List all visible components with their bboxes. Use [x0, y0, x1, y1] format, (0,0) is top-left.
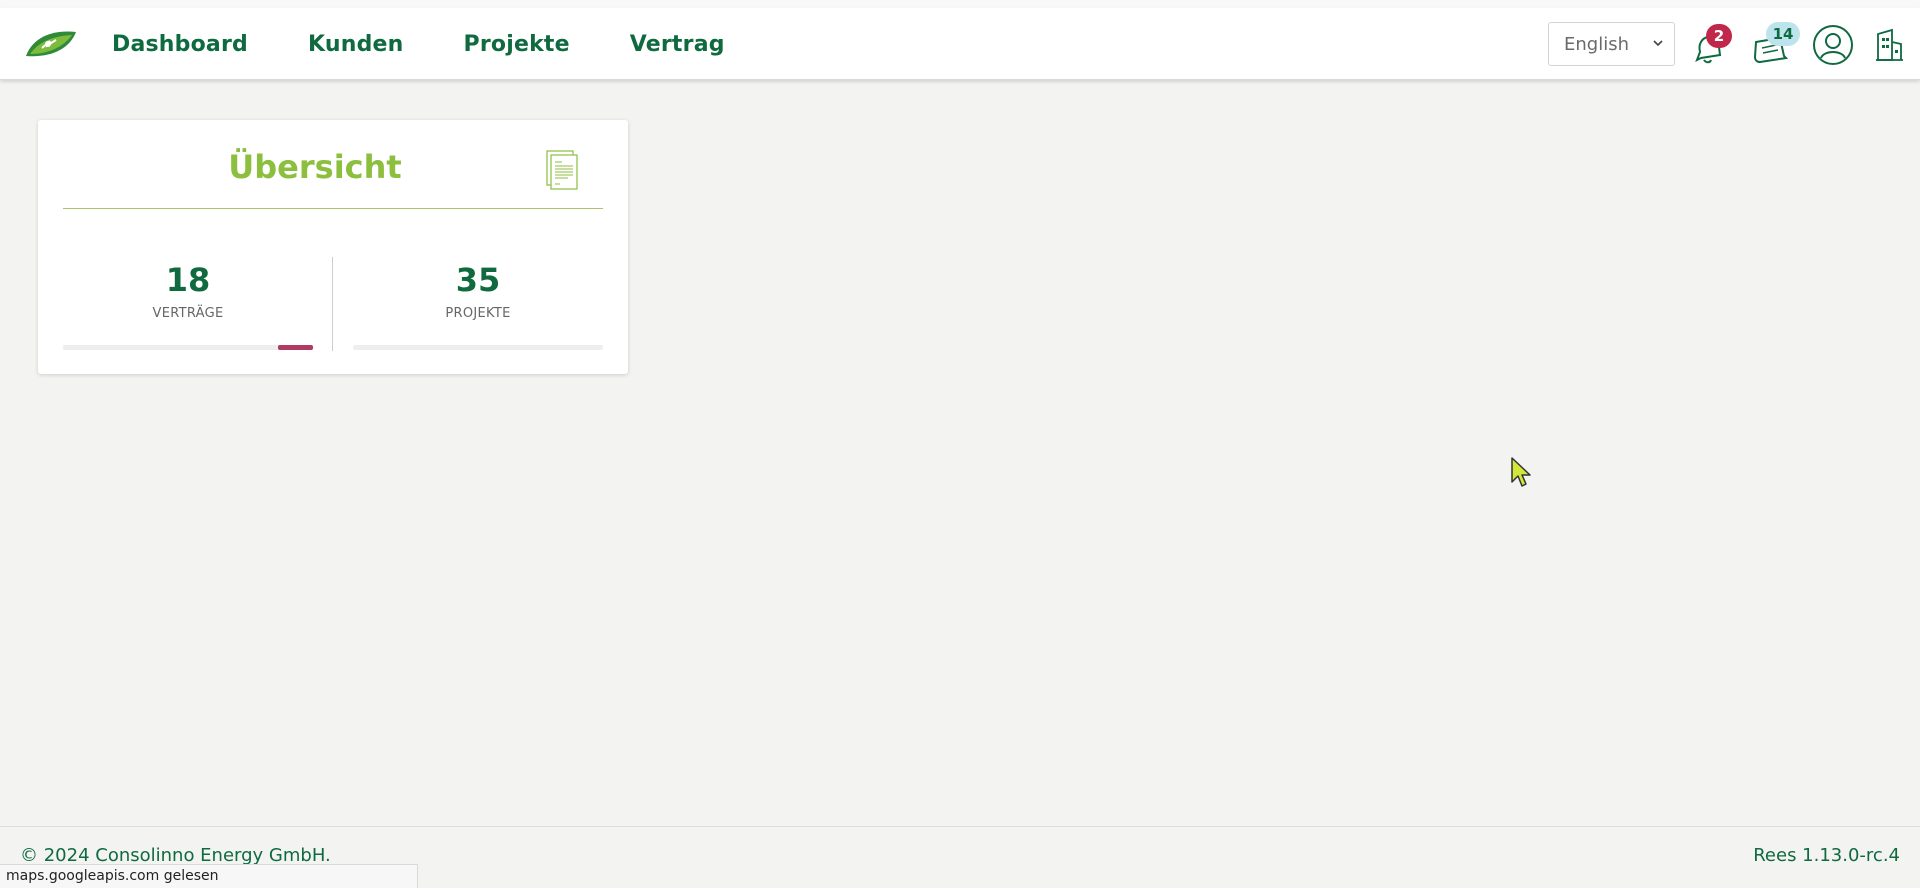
company-logo-icon[interactable]	[24, 28, 78, 60]
overview-card-title: Übersicht	[228, 148, 402, 186]
nav-kunden[interactable]: Kunden	[308, 32, 404, 57]
browser-status-bar: maps.googleapis.com gelesen	[0, 864, 418, 888]
footer-copyright: © 2024 Consolinno Energy GmbH.	[20, 845, 331, 866]
user-circle-icon	[1813, 25, 1853, 65]
company-button[interactable]	[1874, 26, 1904, 66]
stat-projekte-value: 35	[455, 261, 501, 299]
stat-column-divider	[332, 257, 333, 351]
mouse-cursor-icon	[1511, 457, 1531, 487]
notifications-count-badge: 2	[1706, 24, 1732, 48]
document-icon	[546, 150, 578, 190]
chevron-down-icon	[1653, 40, 1663, 47]
stat-vertraege[interactable]: 18 VERTRÄGE	[63, 260, 313, 321]
main-nav: Dashboard Kunden Projekte Vertrag	[112, 8, 725, 80]
overview-card: Übersicht 18 VERTRÄGE 35 PROJEKTE	[38, 120, 628, 374]
nav-vertrag[interactable]: Vertrag	[630, 32, 725, 57]
stat-vertraege-value: 18	[165, 261, 211, 299]
stat-projekte-progress-track	[353, 345, 603, 350]
stat-projekte-label: PROJEKTE	[445, 306, 511, 321]
stat-vertraege-label: VERTRÄGE	[152, 306, 224, 321]
profile-button[interactable]	[1812, 24, 1856, 65]
building-icon	[1876, 28, 1903, 61]
footer-version: Rees 1.13.0-rc.4	[1753, 845, 1900, 866]
nav-projekte[interactable]: Projekte	[464, 32, 570, 57]
notifications-button[interactable]: 2	[1692, 24, 1732, 66]
stat-vertraege-progress-bar	[278, 345, 313, 350]
language-selected-value: English	[1564, 33, 1629, 55]
news-button[interactable]: 14	[1752, 22, 1800, 66]
stat-vertraege-progress-track	[63, 345, 313, 350]
nav-dashboard[interactable]: Dashboard	[112, 32, 248, 57]
card-divider	[63, 208, 603, 209]
stat-projekte[interactable]: 35 PROJEKTE	[353, 260, 603, 321]
news-count-badge: 14	[1766, 22, 1800, 46]
top-header: Dashboard Kunden Projekte Vertrag Englis…	[0, 8, 1920, 80]
language-select[interactable]: English	[1548, 22, 1675, 66]
